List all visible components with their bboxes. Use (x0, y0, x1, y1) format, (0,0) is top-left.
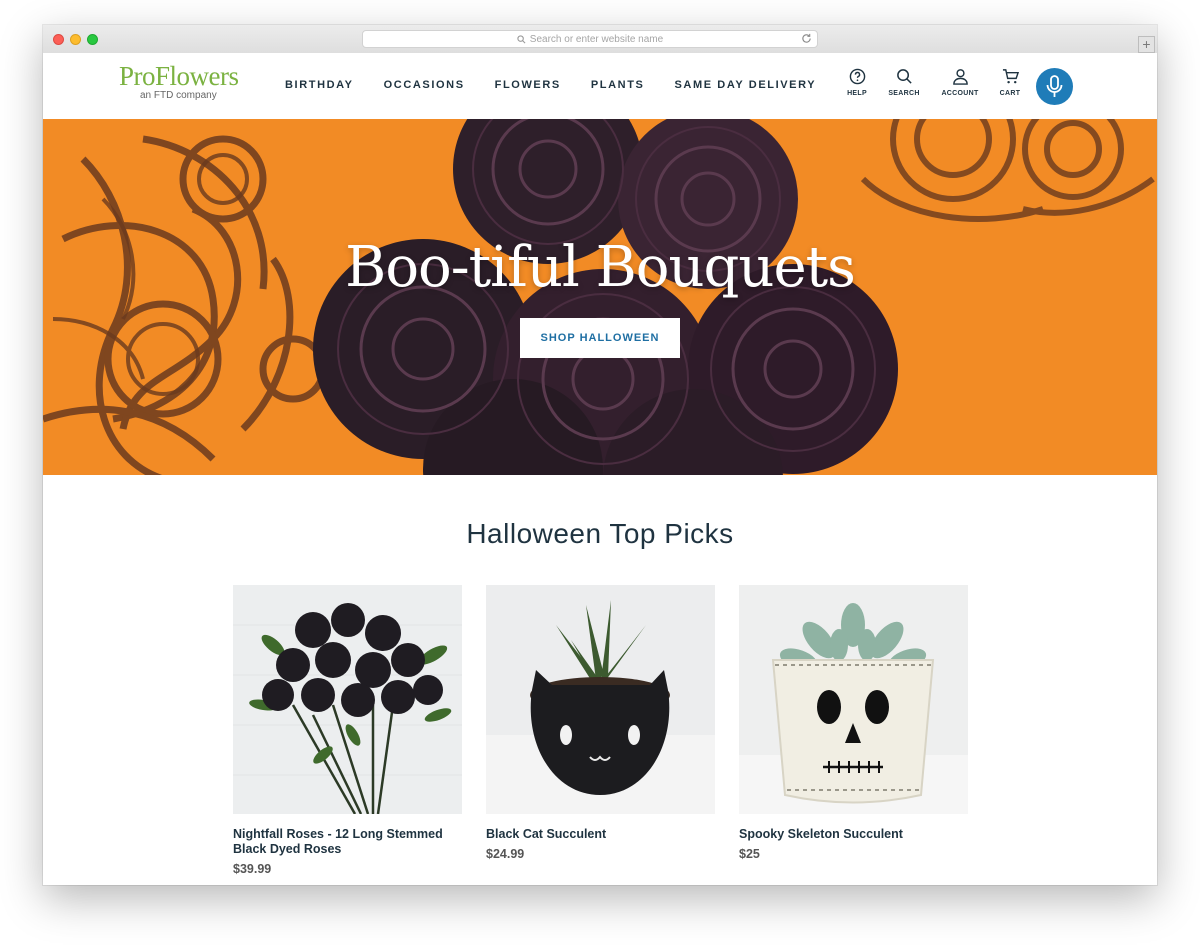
nav-item-plants[interactable]: PLANTS (591, 79, 645, 91)
main-nav: BIRTHDAY OCCASIONS FLOWERS PLANTS SAME D… (285, 79, 846, 91)
cart-label: CART (999, 90, 1021, 97)
product-card-black-cat-succulent[interactable]: Black Cat Succulent $24.99 (486, 585, 715, 861)
product-image[interactable] (739, 585, 968, 814)
product-price: $39.99 (233, 862, 272, 876)
cart-button[interactable]: CART (988, 68, 1032, 97)
black-cat-planter-image (486, 585, 715, 814)
nav-item-same-day-delivery[interactable]: SAME DAY DELIVERY (674, 79, 816, 91)
new-tab-button[interactable]: + (1138, 36, 1155, 53)
black-roses-image (233, 585, 462, 814)
maximize-window-button[interactable] (87, 34, 98, 45)
logo[interactable]: ProFlowers an FTD company (119, 62, 239, 101)
reload-icon[interactable] (801, 33, 812, 44)
product-price: $24.99 (486, 847, 525, 861)
hero-title: Boo-tiful Bouquets (345, 235, 856, 300)
nav-item-flowers[interactable]: FLOWERS (495, 79, 561, 91)
product-name[interactable]: Spooky Skeleton Succulent (739, 827, 968, 842)
search-label: SEARCH (888, 90, 920, 97)
account-icon (952, 69, 968, 85)
shop-halloween-button[interactable]: SHOP HALLOWEEN (520, 318, 680, 358)
product-card-nightfall-roses[interactable]: Nightfall Roses - 12 Long Stemmed Black … (233, 585, 462, 876)
nav-item-occasions[interactable]: OCCASIONS (384, 79, 465, 91)
browser-toolbar: Search or enter website name + (43, 25, 1157, 54)
voice-search-button[interactable] (1036, 68, 1073, 105)
address-placeholder: Search or enter website name (529, 34, 664, 45)
search-button[interactable]: SEARCH (882, 68, 926, 97)
close-window-button[interactable] (53, 34, 64, 45)
section-title: Halloween Top Picks (466, 518, 734, 549)
help-button[interactable]: HELP (835, 68, 879, 97)
account-label: ACCOUNT (941, 90, 979, 97)
site-header: ProFlowers an FTD company BIRTHDAY OCCAS… (43, 53, 1157, 119)
skeleton-planter-image (739, 585, 968, 814)
cart-icon (1002, 69, 1019, 84)
browser-window: Search or enter website name + ProFlower… (43, 25, 1157, 885)
microphone-icon (1046, 75, 1063, 97)
search-icon (896, 69, 912, 84)
search-icon (517, 35, 526, 44)
logo-subtitle: an FTD company (140, 90, 217, 101)
nav-item-birthday[interactable]: BIRTHDAY (285, 79, 354, 91)
product-image[interactable] (486, 585, 715, 814)
minimize-window-button[interactable] (70, 34, 81, 45)
logo-brand: ProFlowers (119, 61, 239, 91)
hero-banner: Boo-tiful Bouquets SHOP HALLOWEEN (43, 119, 1157, 475)
product-image[interactable] (233, 585, 462, 814)
address-bar[interactable]: Search or enter website name (362, 30, 818, 48)
help-label: HELP (847, 90, 867, 97)
product-name[interactable]: Nightfall Roses - 12 Long Stemmed Black … (233, 827, 462, 857)
product-card-spooky-skeleton-succulent[interactable]: Spooky Skeleton Succulent $25 (739, 585, 968, 861)
product-name[interactable]: Black Cat Succulent (486, 827, 715, 842)
help-icon (849, 68, 865, 85)
account-button[interactable]: ACCOUNT (938, 68, 982, 97)
product-price: $25 (739, 847, 760, 861)
